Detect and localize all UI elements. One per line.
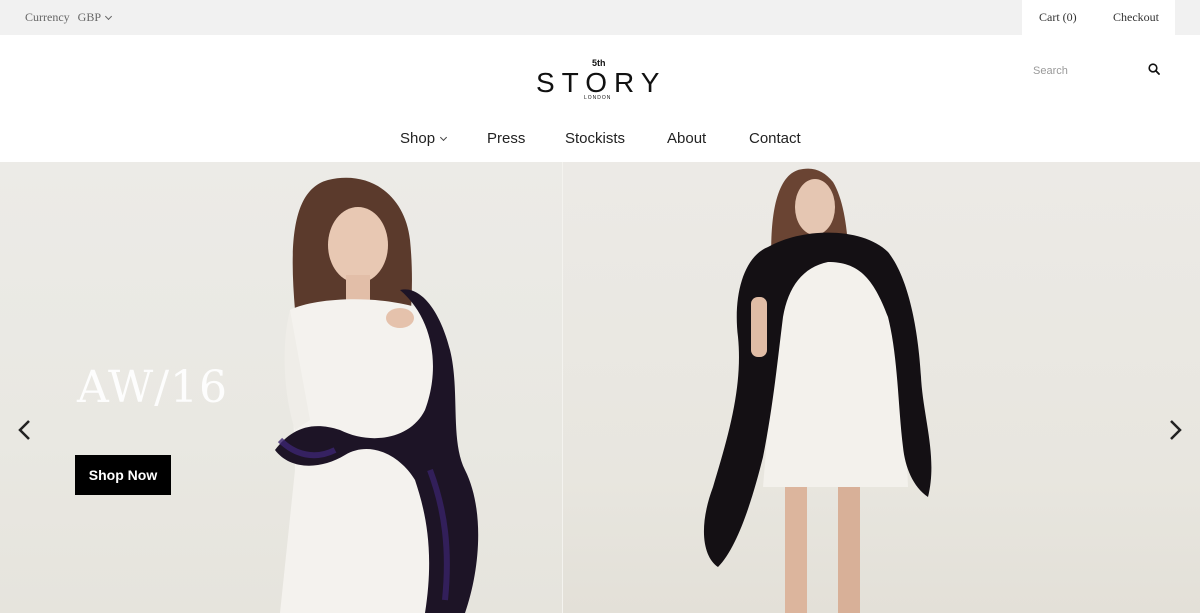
model-photo-right — [703, 168, 932, 613]
nav-item-label: Shop — [400, 130, 436, 147]
top-bar: Currency GBP Cart (0) Checkout — [0, 0, 1200, 35]
nav-item-label: Contact — [749, 130, 801, 147]
nav-item-label: Stockists — [565, 130, 626, 147]
chevron-down-icon — [104, 12, 113, 20]
chevron-right-icon[interactable] — [1163, 419, 1185, 441]
nav-item-label: Press — [487, 130, 526, 147]
main-nav: Shop Press Stockists About Contact — [0, 130, 1200, 150]
hero-slider: AW/16 Shop Now — [0, 162, 1200, 613]
shop-now-button[interactable]: Shop Now — [75, 455, 171, 495]
site-logo[interactable]: 5th STORY LONDON — [536, 58, 666, 104]
checkout-link[interactable]: Checkout — [1113, 10, 1159, 25]
nav-item-about[interactable]: About — [667, 130, 706, 147]
hero-title: AW/16 — [77, 362, 229, 413]
nav-item-stockists[interactable]: Stockists — [565, 130, 625, 147]
model-photo-left — [275, 177, 479, 613]
search-input[interactable] — [1033, 65, 1143, 77]
search-icon[interactable] — [1148, 63, 1160, 75]
logo-subtitle: LONDON — [584, 95, 612, 101]
currency-label: Currency — [25, 10, 70, 24]
cart-link[interactable]: Cart (0) — [1039, 10, 1077, 25]
search-box — [1033, 61, 1168, 79]
hero-image-left: AW/16 Shop Now — [0, 162, 563, 613]
nav-item-label: About — [667, 130, 707, 147]
chevron-left-icon[interactable] — [15, 419, 37, 441]
hero-image-right — [563, 162, 1200, 613]
nav-item-contact[interactable]: Contact — [749, 130, 801, 147]
currency-value: GBP — [77, 10, 101, 24]
nav-item-press[interactable]: Press — [487, 130, 525, 147]
nav-item-shop[interactable]: Shop — [400, 130, 448, 147]
currency-selector[interactable]: Currency GBP — [25, 10, 113, 25]
chevron-down-icon — [440, 133, 448, 142]
